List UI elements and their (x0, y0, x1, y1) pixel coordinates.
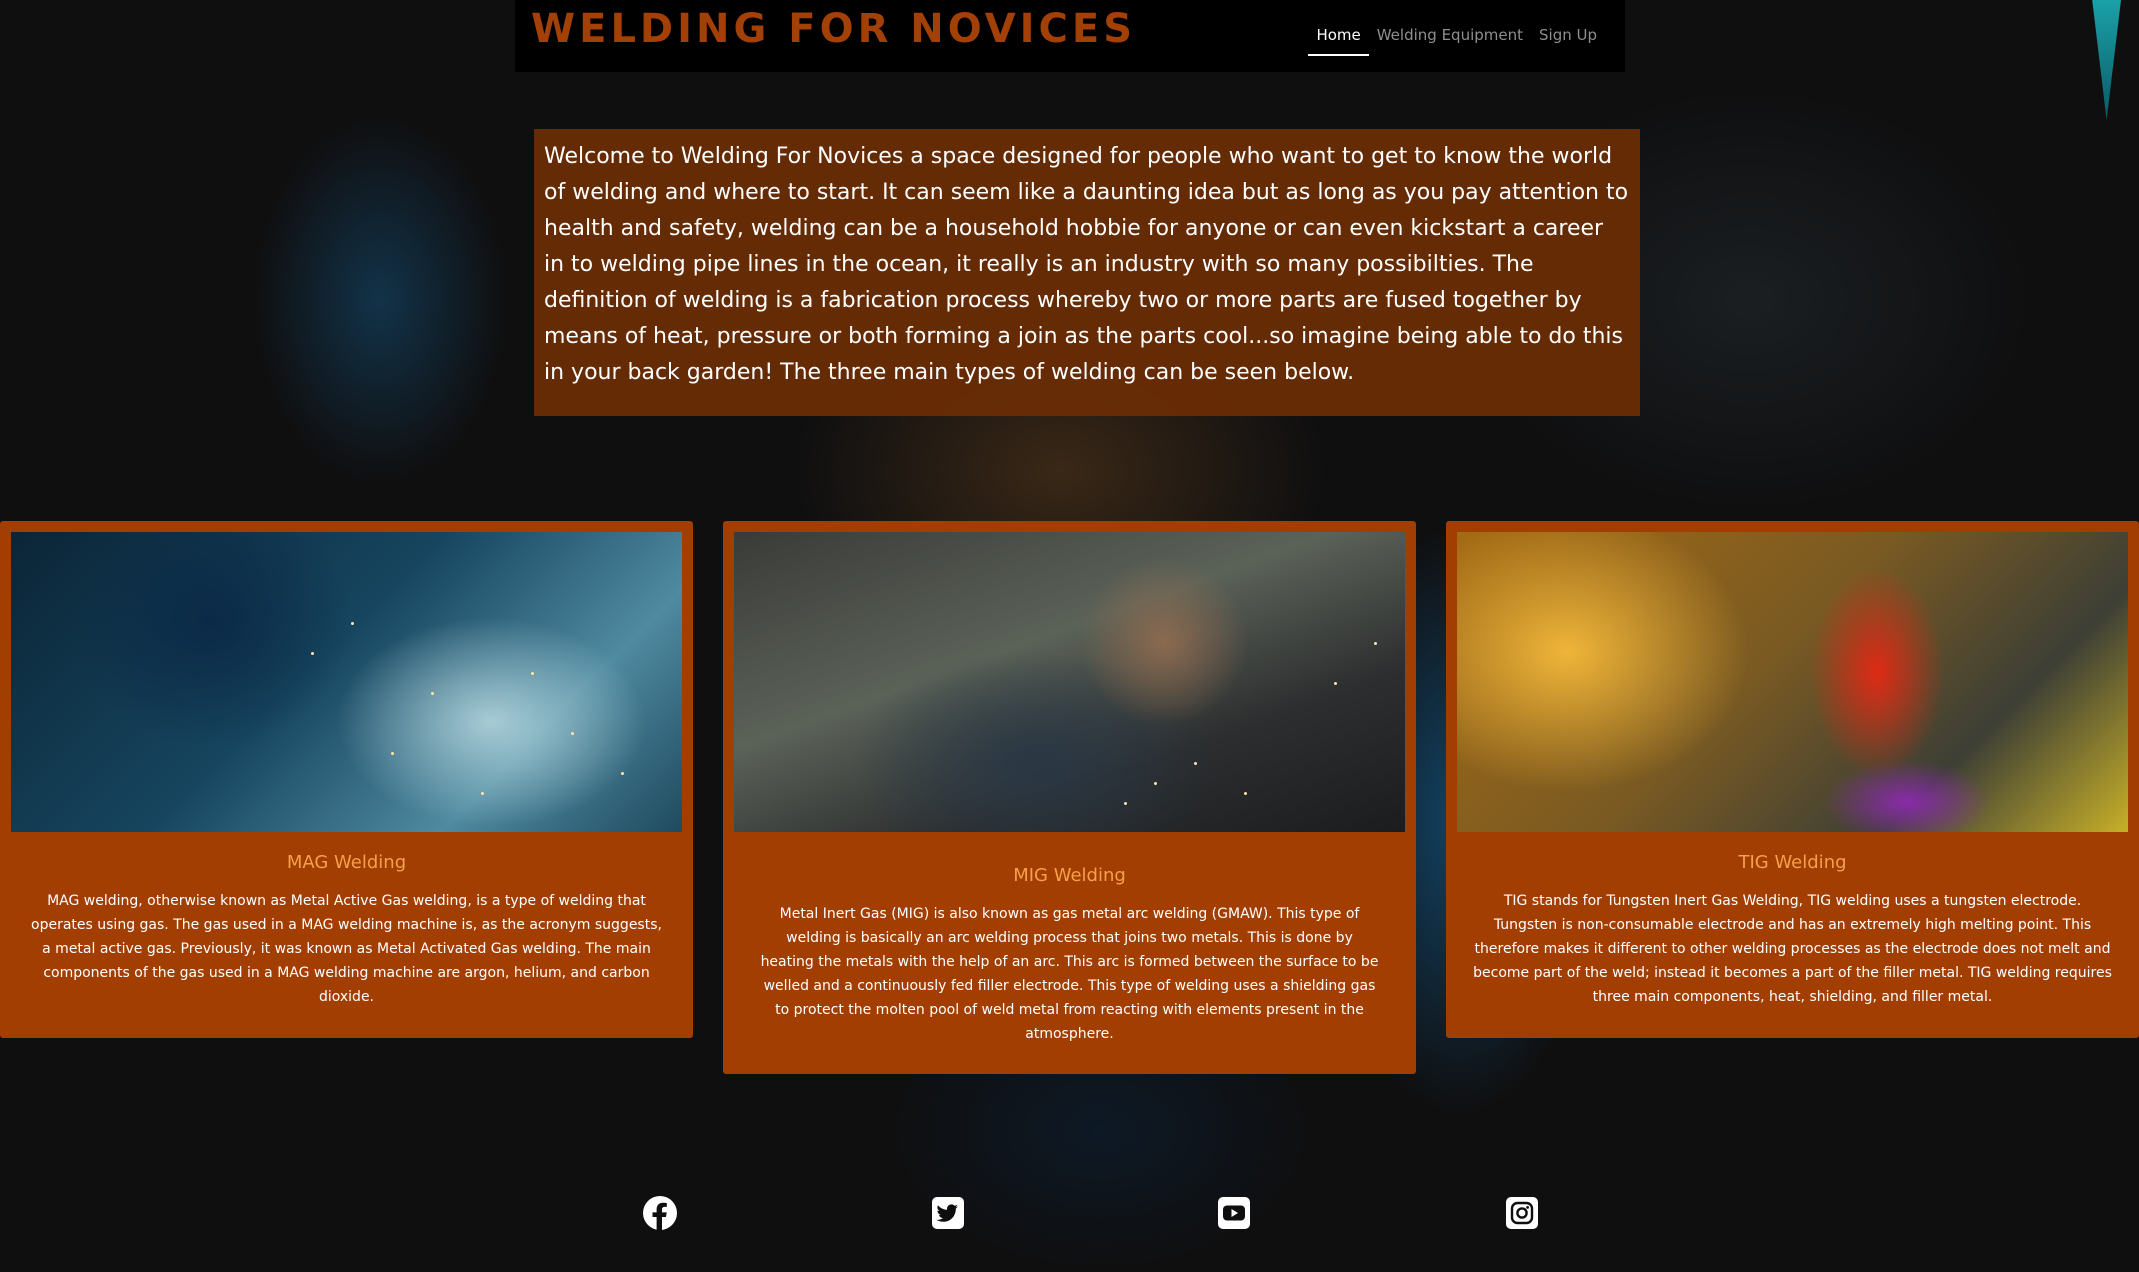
card-mig-welding: MIG Welding Metal Inert Gas (MIG) is als… (723, 521, 1416, 1074)
nav-link-home[interactable]: Home (1308, 26, 1369, 56)
site-title[interactable]: WELDING FOR NOVICES (531, 6, 1136, 52)
intro-text: Welcome to Welding For Novices a space d… (534, 129, 1640, 416)
nav-link-welding-equipment[interactable]: Welding Equipment (1369, 26, 1531, 56)
card-title: TIG Welding (1738, 852, 1847, 873)
card-mag-welding: MAG Welding MAG welding, otherwise known… (0, 521, 693, 1038)
mig-welding-image (734, 532, 1405, 832)
site-header: WELDING FOR NOVICES Home Welding Equipme… (515, 0, 1625, 72)
mag-welding-image (11, 532, 682, 832)
card-text: TIG stands for Tungsten Inert Gas Weldin… (1473, 893, 2112, 1005)
facebook-icon[interactable] (642, 1195, 678, 1231)
main-nav: Home Welding Equipment Sign Up (1308, 26, 1605, 56)
nav-link-sign-up[interactable]: Sign Up (1531, 26, 1605, 56)
social-links (0, 1195, 2139, 1241)
instagram-icon[interactable] (1504, 1195, 1540, 1231)
youtube-icon[interactable] (1216, 1195, 1252, 1231)
card-tig-welding: TIG Welding TIG stands for Tungsten Iner… (1446, 521, 2139, 1038)
card-text: MAG welding, otherwise known as Metal Ac… (31, 893, 662, 1005)
tig-welding-image (1457, 532, 2128, 832)
twitter-icon[interactable] (930, 1195, 966, 1231)
card-title: MIG Welding (1013, 865, 1126, 886)
card-title: MAG Welding (286, 852, 407, 873)
card-text: Metal Inert Gas (MIG) is also known as g… (760, 906, 1379, 1042)
